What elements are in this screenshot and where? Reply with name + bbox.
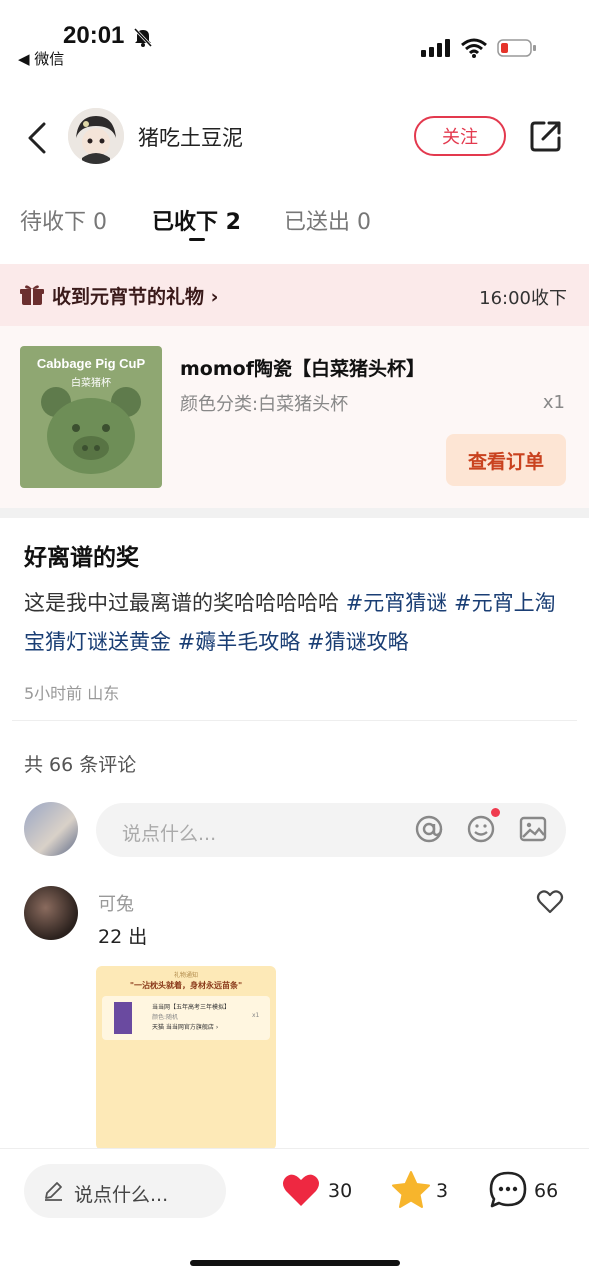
emoji-button[interactable] <box>466 814 496 844</box>
like-count: 30 <box>328 1180 353 1202</box>
hashtag-link[interactable]: #猜谜攻略 <box>307 630 409 654</box>
my-avatar <box>24 802 78 856</box>
comment-image-item-variant: 颜色:随机 <box>152 1014 179 1021</box>
product-image[interactable]: Cabbage Pig CuP 白菜猪杯 <box>20 346 162 488</box>
divider <box>12 720 577 721</box>
gift-text-link[interactable]: 收到元宵节的礼物 › <box>52 282 218 309</box>
hashtag-link[interactable]: #元宵猜谜 <box>346 591 448 615</box>
user-avatar[interactable] <box>68 108 124 164</box>
image-icon <box>519 816 547 842</box>
post-body: 这是我中过最离谱的奖哈哈哈哈哈 #元宵猜谜 #元宵上淘宝猜灯谜送黄金 #薅羊毛攻… <box>24 584 564 662</box>
mention-button[interactable] <box>414 814 444 844</box>
pencil-icon <box>42 1180 64 1202</box>
gift-received-time: 16:00收下 <box>479 288 567 309</box>
share-button[interactable] <box>526 116 566 156</box>
cellular-signal-icon <box>421 39 450 57</box>
mute-bell-icon <box>132 26 154 48</box>
hashtag-link[interactable]: #薅羊毛攻略 <box>178 630 301 654</box>
wifi-icon <box>461 38 487 58</box>
post-body-text: 这是我中过最离谱的奖哈哈哈哈哈 <box>24 591 346 615</box>
product-title[interactable]: momof陶瓷【白菜猪头杯】 <box>180 354 425 381</box>
share-icon <box>530 121 561 152</box>
star-filled-icon <box>392 1171 430 1208</box>
comment-image-qty: x1 <box>252 1012 260 1019</box>
comment-button[interactable] <box>488 1170 528 1210</box>
comment-image-item-title: 当当网【五年高考三年模拟】 <box>152 1004 231 1011</box>
post-title: 好离谱的奖 <box>24 545 139 571</box>
follow-button[interactable]: 关注 <box>414 116 506 156</box>
heart-filled-icon <box>283 1174 319 1206</box>
active-tab-indicator <box>189 238 205 241</box>
gift-icon <box>20 284 44 306</box>
view-order-button[interactable]: 查看订单 <box>446 434 566 486</box>
favorite-button[interactable] <box>390 1170 432 1210</box>
comment-input-placeholder[interactable]: 说点什么... <box>122 819 216 846</box>
comment-like-button[interactable] <box>536 888 564 916</box>
like-button[interactable] <box>280 1170 322 1210</box>
back-to-app-link[interactable]: ◀ 微信 <box>18 48 64 69</box>
comment-image-top-label: 礼物通知 <box>173 972 198 979</box>
tab-received[interactable]: 已收下 2 <box>152 204 241 236</box>
at-icon <box>415 815 443 843</box>
chevron-left-icon <box>28 122 46 154</box>
comment-total: 66 <box>534 1180 559 1202</box>
bottom-input-label[interactable]: 说点什么... <box>74 1180 168 1207</box>
tab-pending[interactable]: 待收下 0 <box>20 204 107 236</box>
comment-text: 22 出 <box>98 926 148 948</box>
section-divider <box>0 508 589 518</box>
commenter-avatar[interactable] <box>24 886 78 940</box>
product-quantity: x1 <box>542 392 565 413</box>
smiley-icon <box>467 815 495 843</box>
status-indicators <box>421 38 537 58</box>
heart-outline-icon <box>536 890 564 914</box>
home-indicator <box>190 1260 400 1266</box>
comment-image-headline: "一沾枕头就着，身材永远苗条" <box>129 981 243 990</box>
notification-dot <box>491 808 500 817</box>
favorite-count: 3 <box>436 1180 449 1202</box>
post-meta: 5小时前 山东 <box>24 684 120 703</box>
comment-image[interactable]: 礼物通知 "一沾枕头就着，身材永远苗条" 当当网【五年高考三年模拟】 颜色:随机… <box>96 966 276 1150</box>
status-time: 20:01 <box>63 22 125 49</box>
tab-sent[interactable]: 已送出 0 <box>284 204 371 236</box>
back-button[interactable] <box>22 118 56 158</box>
comment-bubble-icon <box>489 1171 527 1208</box>
commenter-name[interactable]: 可兔 <box>98 890 134 916</box>
product-variant: 颜色分类:白菜猪头杯 <box>180 394 349 415</box>
image-button[interactable] <box>518 814 548 844</box>
comment-count: 共 66 条评论 <box>24 754 137 776</box>
comment-image-shop: 天猫 当当网官方旗舰店 › <box>152 1024 219 1031</box>
username[interactable]: 猪吃土豆泥 <box>138 122 243 152</box>
battery-low-icon <box>497 39 536 57</box>
